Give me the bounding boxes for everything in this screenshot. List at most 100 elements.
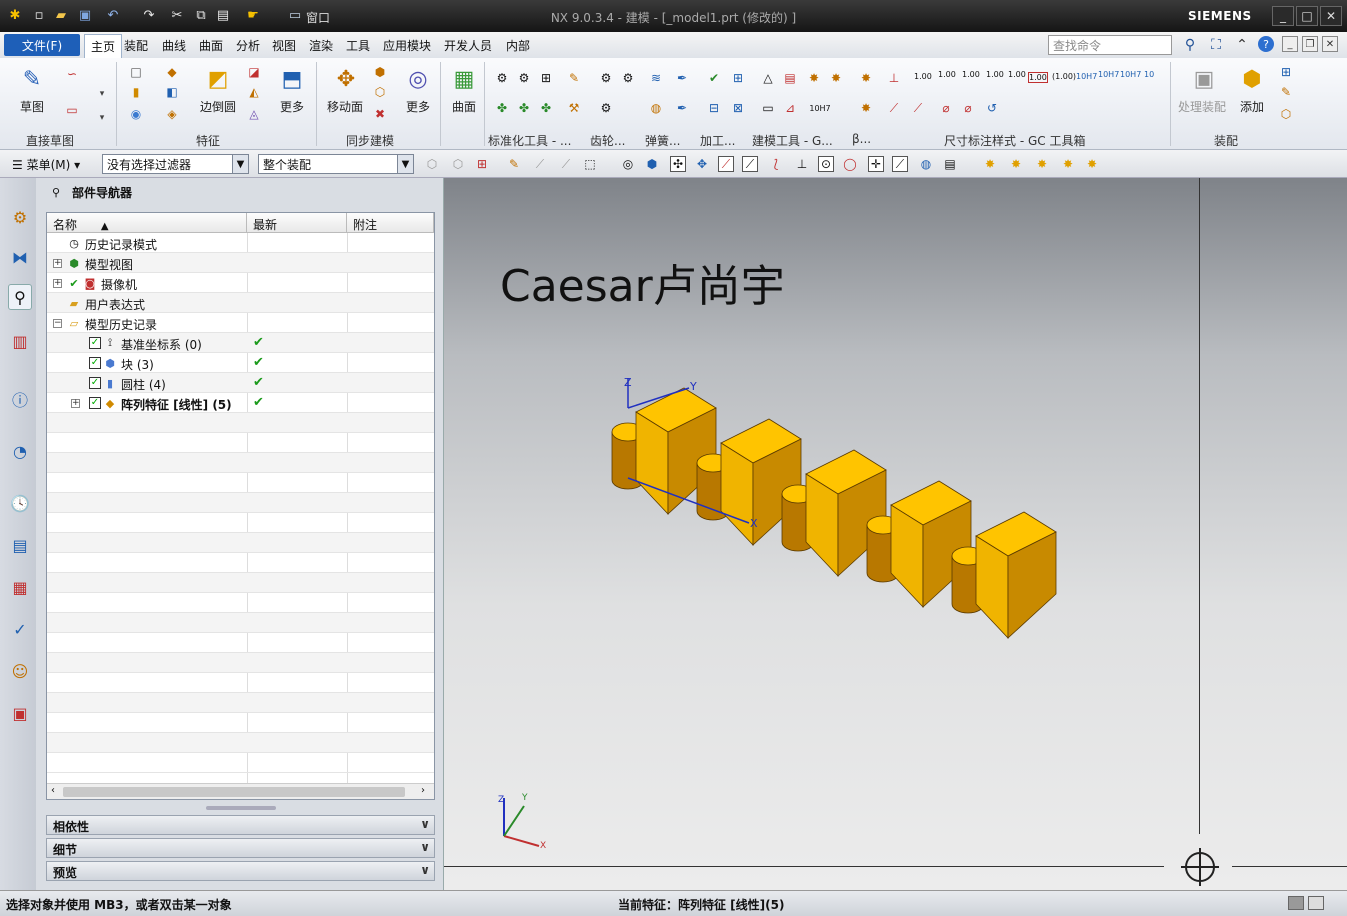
move-face-icon[interactable]: ✥ xyxy=(326,62,366,96)
add-button[interactable]: 添加 xyxy=(1240,98,1264,115)
dim-style-4[interactable]: 1.00 xyxy=(986,70,1004,79)
node-cameras[interactable]: 摄像机 xyxy=(101,276,137,293)
dim-icon-1[interactable]: ⊥ xyxy=(886,70,902,86)
splitter-handle[interactable] xyxy=(206,806,276,810)
sel-icon-4[interactable]: ✎ xyxy=(506,156,522,172)
snap-intersect-icon[interactable]: ✛ xyxy=(868,156,884,172)
datum-icon[interactable]: ◆ xyxy=(164,64,180,80)
system-scene-icon[interactable]: ▣ xyxy=(8,700,32,726)
snap-quadrant-icon[interactable]: ◯ xyxy=(842,156,858,172)
dim-style-8[interactable]: 10H7 xyxy=(1076,72,1097,81)
more-sync-button[interactable]: 更多 xyxy=(406,98,430,115)
build-icon-5[interactable]: ▭ xyxy=(760,100,776,116)
more-feature-button[interactable]: 更多 xyxy=(280,98,304,115)
delete-face-icon[interactable]: ✖ xyxy=(372,106,388,122)
selection-scope-combo[interactable]: 整个装配 ▼ xyxy=(258,154,414,174)
dim-style-6[interactable]: 1.00 xyxy=(1028,72,1048,83)
collapse-icon[interactable]: − xyxy=(53,319,62,328)
gear-tool-icon-3[interactable]: ⚙ xyxy=(598,100,614,116)
chamfer-icon[interactable]: ◪ xyxy=(246,64,262,80)
selection-filter-combo[interactable]: 没有选择过滤器 ▼ xyxy=(102,154,249,174)
sketch-plane-icon[interactable]: □ xyxy=(128,64,144,80)
dim-style-2[interactable]: 1.00 xyxy=(938,70,956,79)
assy-sel-icon-5[interactable]: ✸ xyxy=(1084,156,1100,172)
shell-icon[interactable]: ◈ xyxy=(164,106,180,122)
column-notes[interactable]: 附注 xyxy=(347,213,434,233)
dim-icon-3[interactable]: ⟋ xyxy=(910,100,926,116)
dim-style-11[interactable]: 10 xyxy=(1144,70,1154,79)
roles-icon[interactable]: ☺ xyxy=(8,658,32,684)
node-block[interactable]: 块 (3) xyxy=(121,356,154,373)
sel-icon-2[interactable]: ⬡ xyxy=(450,156,466,172)
assy-sel-icon-3[interactable]: ✸ xyxy=(1034,156,1050,172)
constraint-navigator-icon[interactable]: ⧓ xyxy=(8,244,32,270)
group-machining[interactable]: 加工... xyxy=(700,132,735,149)
dim-style-3[interactable]: 1.00 xyxy=(962,70,980,79)
dim-style-10[interactable]: 10H7 xyxy=(1120,70,1141,79)
sel-icon-5[interactable]: ⟋ xyxy=(532,156,548,172)
search-icon[interactable]: ⚲ xyxy=(1181,36,1199,54)
collapse-ribbon-icon[interactable]: ⌃ xyxy=(1233,36,1251,54)
unite-icon[interactable]: ◧ xyxy=(164,84,180,100)
extrude-icon[interactable]: ▮ xyxy=(128,84,144,100)
visibility-checkbox[interactable]: ✓ xyxy=(89,357,101,369)
palette-icon[interactable]: ▦ xyxy=(8,574,32,600)
tab-assembly[interactable]: 装配 xyxy=(124,37,148,54)
more-sync-icon[interactable]: ◎ xyxy=(398,62,438,96)
tab-surface[interactable]: 曲面 xyxy=(199,37,223,54)
tool-icon-2[interactable]: ⚙ xyxy=(516,70,532,86)
web-browser-icon[interactable]: ◔ xyxy=(8,438,32,464)
sketch-button[interactable]: 草图 xyxy=(20,98,44,115)
gear-tool-icon-1[interactable]: ⚙ xyxy=(598,70,614,86)
spring-icon-2[interactable]: ◍ xyxy=(648,100,664,116)
edge-blend-icon[interactable]: ◩ xyxy=(198,62,238,96)
doc-minimize-icon[interactable]: _ xyxy=(1282,36,1298,52)
more-feature-icon[interactable]: ⬒ xyxy=(272,62,312,96)
trim-body-icon[interactable]: ◬ xyxy=(246,106,262,122)
dim-style-5[interactable]: 1.00 xyxy=(1008,70,1026,79)
sketch-dropdown-icon[interactable]: ▾ xyxy=(94,110,110,126)
tab-analysis[interactable]: 分析 xyxy=(236,37,260,54)
node-model-history[interactable]: 模型历史记录 xyxy=(85,316,157,333)
dim-icon-2[interactable]: ⟋ xyxy=(886,100,902,116)
scroll-right-icon[interactable]: › xyxy=(421,785,425,796)
tool-icon-8[interactable]: ⚒ xyxy=(566,100,582,116)
process-assembly-button[interactable]: 处理装配 xyxy=(1178,98,1226,115)
snap-endpoint-icon[interactable]: ⟋ xyxy=(718,156,734,172)
dependencies-panel[interactable]: 相依性 ∨ xyxy=(46,815,435,835)
file-menu[interactable]: 文件(F) xyxy=(4,34,80,56)
horizontal-scrollbar[interactable]: ‹ › xyxy=(47,783,434,799)
tool-icon-6[interactable]: ✤ xyxy=(516,100,532,116)
draft-icon[interactable]: ◭ xyxy=(246,84,262,100)
pin-icon[interactable]: ⚲ xyxy=(52,186,60,199)
graphics-window[interactable]: Caesar卢尚宇 ZYX ZXY xyxy=(444,178,1347,890)
minimize-button[interactable]: _ xyxy=(1272,6,1294,26)
status-icon-1[interactable] xyxy=(1288,896,1304,910)
dim-icon-5[interactable]: ⌀ xyxy=(960,100,976,116)
hole-icon[interactable]: ◉ xyxy=(128,106,144,122)
node-user-expressions[interactable]: 用户表达式 xyxy=(85,296,145,313)
status-icon-2[interactable] xyxy=(1308,896,1324,910)
offset-region-icon[interactable]: ⬡ xyxy=(372,84,388,100)
hd3d-tools-icon[interactable]: ⓘ xyxy=(8,386,32,412)
sel-icon-8[interactable]: ⬢ xyxy=(644,156,660,172)
machining-icon-3[interactable]: ⊟ xyxy=(706,100,722,116)
spring-icon-3[interactable]: ✒ xyxy=(674,70,690,86)
group-gear[interactable]: 齿轮... xyxy=(590,132,625,149)
fit-view-icon[interactable]: ⛶ xyxy=(1207,36,1225,54)
process-studio-icon[interactable]: ▤ xyxy=(8,532,32,558)
sel-box-icon[interactable]: ⬚ xyxy=(582,156,598,172)
snap-center-icon[interactable]: ⊙ xyxy=(818,156,834,172)
snap-tangent-icon[interactable]: ⟋ xyxy=(892,156,908,172)
build-icon-7[interactable]: 10H7 xyxy=(809,100,830,116)
tool-icon-7[interactable]: ✤ xyxy=(538,100,554,116)
add-component-icon[interactable]: ⬢ xyxy=(1232,62,1272,96)
build-icon-4[interactable]: ✸ xyxy=(828,70,844,86)
sel-icon-3[interactable]: ⊞ xyxy=(474,156,490,172)
pull-face-icon[interactable]: ⬢ xyxy=(372,64,388,80)
scrollbar-thumb[interactable] xyxy=(63,787,405,797)
build-icon-1[interactable]: △ xyxy=(760,70,776,86)
process-assembly-icon[interactable]: ▣ xyxy=(1184,62,1224,96)
node-model-views[interactable]: 模型视图 xyxy=(85,256,133,273)
tab-internal[interactable]: 内部 xyxy=(506,37,530,54)
